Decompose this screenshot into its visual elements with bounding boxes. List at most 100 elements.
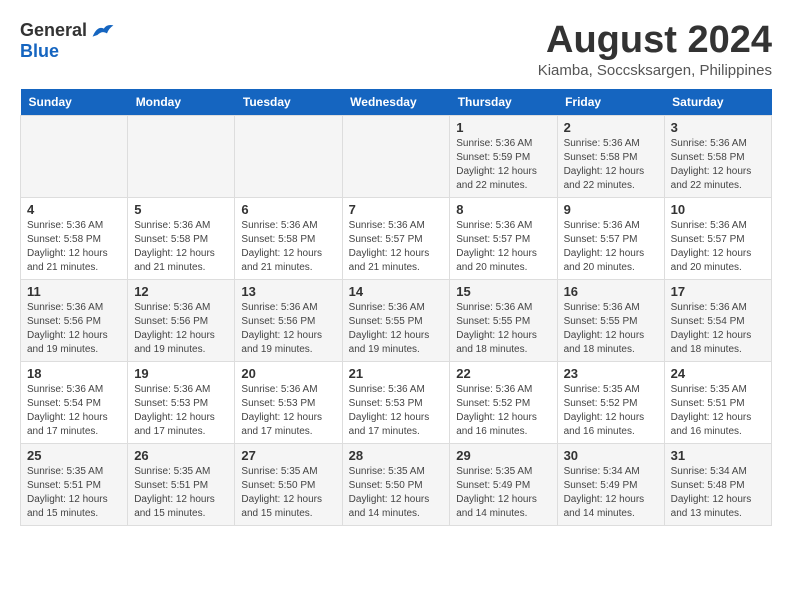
calendar-cell: 5 Sunrise: 5:36 AM Sunset: 5:58 PM Daylig… [128,197,235,279]
day-number: 14 [349,284,444,299]
calendar-cell [342,115,450,197]
calendar-cell: 1Sunrise: 5:36 AM Sunset: 5:59 PM Daylig… [450,115,557,197]
day-info: Sunrise: 5:35 AM Sunset: 5:52 PM Dayligh… [564,383,658,439]
day-number: 13 [241,284,335,299]
calendar-cell: 26 Sunrise: 5:35 AM Sunset: 5:51 PM Dayli… [128,443,235,525]
day-number: 9 [564,202,658,217]
day-number: 28 [349,448,444,463]
calendar-cell: 8 Sunrise: 5:36 AM Sunset: 5:57 PM Daylig… [450,197,557,279]
day-number: 20 [241,366,335,381]
calendar-cell: 9 Sunrise: 5:36 AM Sunset: 5:57 PM Daylig… [557,197,664,279]
day-number: 1 [456,120,550,135]
calendar-week-row: 4 Sunrise: 5:36 AM Sunset: 5:58 PM Daylig… [21,197,772,279]
day-number: 11 [27,284,121,299]
day-info: Sunrise: 5:36 AM Sunset: 5:58 PM Dayligh… [671,137,765,193]
day-info: Sunrise: 5:35 AM Sunset: 5:50 PM Dayligh… [349,465,444,521]
calendar-cell: 23Sunrise: 5:35 AM Sunset: 5:52 PM Dayli… [557,361,664,443]
calendar-cell: 28 Sunrise: 5:35 AM Sunset: 5:50 PM Dayli… [342,443,450,525]
day-number: 10 [671,202,765,217]
logo-bird-icon [91,21,115,41]
day-info: Sunrise: 5:36 AM Sunset: 5:58 PM Dayligh… [134,219,228,275]
calendar-cell: 24 Sunrise: 5:35 AM Sunset: 5:51 PM Dayli… [664,361,771,443]
day-number: 12 [134,284,228,299]
calendar-cell: 13Sunrise: 5:36 AM Sunset: 5:56 PM Dayli… [235,279,342,361]
day-number: 31 [671,448,765,463]
day-info: Sunrise: 5:36 AM Sunset: 5:58 PM Dayligh… [241,219,335,275]
day-info: Sunrise: 5:34 AM Sunset: 5:49 PM Dayligh… [564,465,658,521]
day-info: Sunrise: 5:36 AM Sunset: 5:57 PM Dayligh… [456,219,550,275]
day-info: Sunrise: 5:36 AM Sunset: 5:57 PM Dayligh… [564,219,658,275]
day-number: 8 [456,202,550,217]
day-info: Sunrise: 5:36 AM Sunset: 5:58 PM Dayligh… [27,219,121,275]
header-wednesday: Wednesday [342,89,450,116]
calendar-cell: 2Sunrise: 5:36 AM Sunset: 5:58 PM Daylig… [557,115,664,197]
day-number: 26 [134,448,228,463]
calendar-week-row: 1Sunrise: 5:36 AM Sunset: 5:59 PM Daylig… [21,115,772,197]
day-info: Sunrise: 5:35 AM Sunset: 5:49 PM Dayligh… [456,465,550,521]
logo-general-text: General [20,20,87,41]
day-info: Sunrise: 5:36 AM Sunset: 5:53 PM Dayligh… [134,383,228,439]
title-section: August 2024 Kiamba, Soccsksargen, Philip… [538,20,772,79]
day-number: 4 [27,202,121,217]
calendar-cell: 21 Sunrise: 5:36 AM Sunset: 5:53 PM Dayli… [342,361,450,443]
day-info: Sunrise: 5:36 AM Sunset: 5:52 PM Dayligh… [456,383,550,439]
day-number: 5 [134,202,228,217]
calendar-cell: 15Sunrise: 5:36 AM Sunset: 5:55 PM Dayli… [450,279,557,361]
calendar-cell: 3Sunrise: 5:36 AM Sunset: 5:58 PM Daylig… [664,115,771,197]
calendar-cell: 18 Sunrise: 5:36 AM Sunset: 5:54 PM Dayli… [21,361,128,443]
calendar-cell: 6 Sunrise: 5:36 AM Sunset: 5:58 PM Daylig… [235,197,342,279]
calendar-cell: 25 Sunrise: 5:35 AM Sunset: 5:51 PM Dayli… [21,443,128,525]
header-thursday: Thursday [450,89,557,116]
calendar-week-row: 25 Sunrise: 5:35 AM Sunset: 5:51 PM Dayli… [21,443,772,525]
day-number: 18 [27,366,121,381]
logo: General Blue [20,20,115,62]
day-number: 16 [564,284,658,299]
day-number: 6 [241,202,335,217]
day-info: Sunrise: 5:35 AM Sunset: 5:51 PM Dayligh… [134,465,228,521]
day-info: Sunrise: 5:36 AM Sunset: 5:55 PM Dayligh… [564,301,658,357]
header-friday: Friday [557,89,664,116]
calendar-cell: 16 Sunrise: 5:36 AM Sunset: 5:55 PM Dayli… [557,279,664,361]
day-number: 7 [349,202,444,217]
day-info: Sunrise: 5:36 AM Sunset: 5:56 PM Dayligh… [134,301,228,357]
day-number: 19 [134,366,228,381]
calendar-week-row: 11 Sunrise: 5:36 AM Sunset: 5:56 PM Dayli… [21,279,772,361]
header-monday: Monday [128,89,235,116]
page-header: General Blue August 2024 Kiamba, Soccsks… [20,20,772,79]
day-number: 22 [456,366,550,381]
calendar-cell: 14 Sunrise: 5:36 AM Sunset: 5:55 PM Dayli… [342,279,450,361]
calendar-cell: 12 Sunrise: 5:36 AM Sunset: 5:56 PM Dayli… [128,279,235,361]
day-number: 29 [456,448,550,463]
calendar-cell: 11 Sunrise: 5:36 AM Sunset: 5:56 PM Dayli… [21,279,128,361]
day-number: 27 [241,448,335,463]
header-saturday: Saturday [664,89,771,116]
location: Kiamba, Soccsksargen, Philippines [538,62,772,79]
day-number: 25 [27,448,121,463]
calendar-cell: 27Sunrise: 5:35 AM Sunset: 5:50 PM Dayli… [235,443,342,525]
calendar-cell: 22 Sunrise: 5:36 AM Sunset: 5:52 PM Dayli… [450,361,557,443]
day-info: Sunrise: 5:36 AM Sunset: 5:56 PM Dayligh… [27,301,121,357]
day-info: Sunrise: 5:36 AM Sunset: 5:53 PM Dayligh… [241,383,335,439]
day-number: 17 [671,284,765,299]
calendar-header-row: SundayMondayTuesdayWednesdayThursdayFrid… [21,89,772,116]
calendar-cell: 29 Sunrise: 5:35 AM Sunset: 5:49 PM Dayli… [450,443,557,525]
day-number: 30 [564,448,658,463]
day-info: Sunrise: 5:36 AM Sunset: 5:57 PM Dayligh… [671,219,765,275]
day-info: Sunrise: 5:36 AM Sunset: 5:55 PM Dayligh… [349,301,444,357]
day-info: Sunrise: 5:36 AM Sunset: 5:54 PM Dayligh… [671,301,765,357]
logo-blue-text: Blue [20,41,59,61]
day-number: 21 [349,366,444,381]
day-info: Sunrise: 5:36 AM Sunset: 5:53 PM Dayligh… [349,383,444,439]
day-info: Sunrise: 5:35 AM Sunset: 5:51 PM Dayligh… [27,465,121,521]
calendar-cell [21,115,128,197]
calendar-week-row: 18 Sunrise: 5:36 AM Sunset: 5:54 PM Dayli… [21,361,772,443]
day-info: Sunrise: 5:36 AM Sunset: 5:54 PM Dayligh… [27,383,121,439]
calendar-cell: 10 Sunrise: 5:36 AM Sunset: 5:57 PM Dayli… [664,197,771,279]
calendar-cell: 31 Sunrise: 5:34 AM Sunset: 5:48 PM Dayli… [664,443,771,525]
day-info: Sunrise: 5:35 AM Sunset: 5:51 PM Dayligh… [671,383,765,439]
calendar-cell: 4 Sunrise: 5:36 AM Sunset: 5:58 PM Daylig… [21,197,128,279]
day-info: Sunrise: 5:36 AM Sunset: 5:57 PM Dayligh… [349,219,444,275]
calendar-cell [235,115,342,197]
day-info: Sunrise: 5:34 AM Sunset: 5:48 PM Dayligh… [671,465,765,521]
day-number: 24 [671,366,765,381]
